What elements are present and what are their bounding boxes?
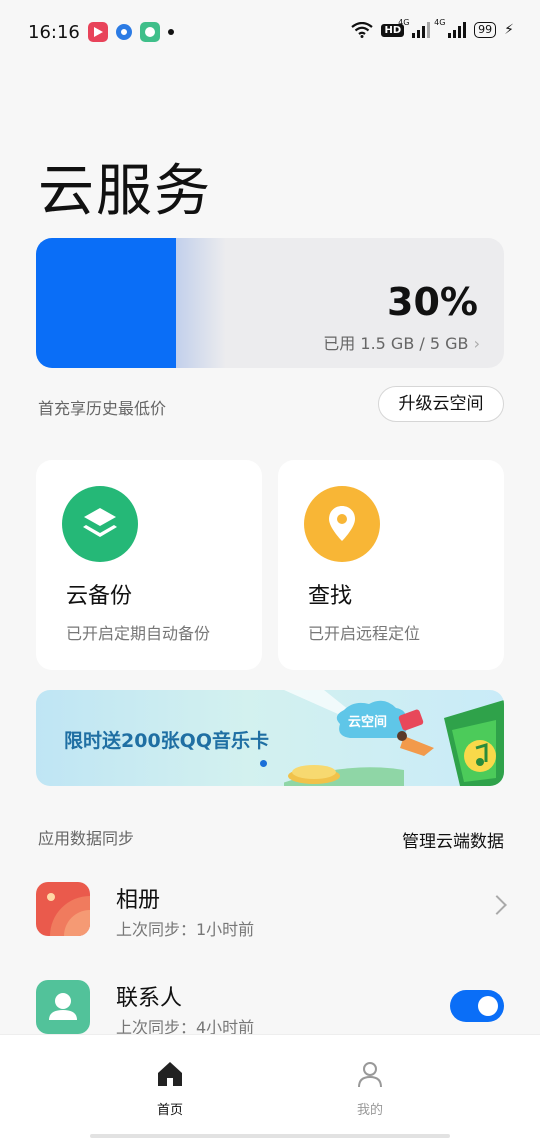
banner-illustration: 云空间 [284,690,504,786]
section-label: 应用数据同步 [38,829,135,848]
storage-percent: 30% [387,280,478,324]
status-bar: 16:16 HD 4G 4G 99 ⚡ [0,0,540,66]
wifi-icon [351,22,374,38]
banner-badge: 云空间 [348,714,387,730]
page-title: 云服务 [38,159,212,224]
network-type-label: 4G [398,18,410,27]
item-title: 相册 [116,888,161,913]
home-icon [158,1062,182,1086]
system-icons: HD 4G 4G 99 ⚡ [351,18,514,38]
album-icon [36,882,90,936]
notification-icons [88,22,174,42]
cloud-backup-card[interactable]: 云备份 已开启定期自动备份 [36,460,262,670]
nav-tab-me[interactable]: 我的 [310,1059,430,1118]
manage-cloud-data-link[interactable]: 管理云端数据 [402,827,504,852]
upgrade-storage-button[interactable]: 升级云空间 [378,386,504,422]
feature-title: 查找 [308,584,353,609]
contacts-icon [36,980,90,1034]
nav-tab-home[interactable]: 首页 [110,1059,230,1118]
carousel-indicator[interactable] [260,760,267,767]
contacts-sync-toggle[interactable] [450,990,504,1022]
feature-title: 云备份 [66,584,133,609]
feature-subtitle: 已开启远程定位 [308,624,421,643]
home-indicator[interactable] [90,1134,450,1138]
storage-usage-bar [36,238,177,368]
feature-subtitle: 已开启定期自动备份 [66,624,211,643]
storage-detail: 已用 1.5 GB / 5 GB › [323,330,480,354]
chevron-right-icon: › [473,334,480,353]
signal-icon-2: 4G [434,18,467,38]
signal-icon-1: 4G [398,18,431,38]
battery-icon: 99 [474,22,497,38]
more-notifications-icon [168,29,174,35]
nav-label: 首页 [156,1103,183,1118]
banner-text: 限时送200张QQ音乐卡 [64,730,269,752]
nav-label: 我的 [356,1103,383,1118]
find-device-card[interactable]: 查找 已开启远程定位 [278,460,504,670]
item-title: 联系人 [116,986,183,1011]
sync-item-album[interactable]: 相册 上次同步：1小时前 [0,872,540,952]
person-icon [358,1062,382,1088]
location-pin-icon [304,486,380,562]
video-app-icon [88,22,108,42]
circle-app-icon [116,24,132,40]
status-time: 16:16 [28,22,80,43]
storage-usage-glow [176,238,227,368]
storage-usage-card[interactable]: 30% 已用 1.5 GB / 5 GB › [36,238,504,368]
storage-detail-text: 已用 1.5 GB / 5 GB [323,334,469,353]
charging-icon: ⚡ [504,22,514,38]
promo-banner[interactable]: 云空间 限时送200张QQ音乐卡 [36,690,504,786]
layers-icon [62,486,138,562]
promo-text: 首充享历史最低价 [38,399,167,418]
camera-app-icon [140,22,160,42]
item-subtitle: 上次同步：1小时前 [116,920,255,939]
bottom-nav: 首页 我的 [0,1034,540,1140]
network-type-label-2: 4G [434,18,446,27]
chevron-right-icon[interactable] [487,895,507,915]
